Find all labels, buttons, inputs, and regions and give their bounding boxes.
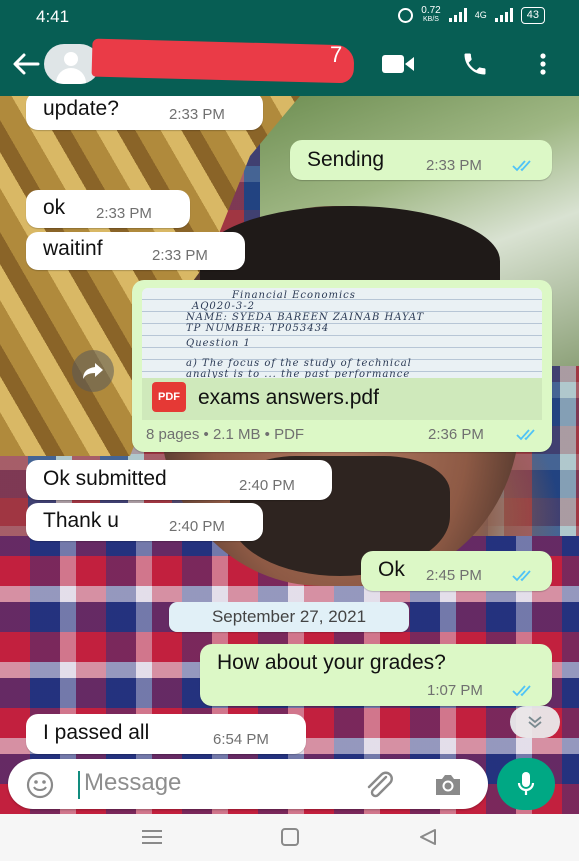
message-text: Ok submitted xyxy=(43,467,167,490)
message-bubble-outgoing[interactable]: Ok 2:45 PM xyxy=(361,551,552,591)
message-time: 2:40 PM xyxy=(169,518,225,535)
network-speed-unit: KB/S xyxy=(423,16,439,23)
back-arrow-icon[interactable] xyxy=(12,52,40,76)
home-icon[interactable] xyxy=(281,828,299,846)
camera-icon[interactable] xyxy=(432,771,464,799)
message-text: waitinf xyxy=(43,237,103,260)
double-chevron-down-icon xyxy=(528,716,542,729)
preview-line: TP NUMBER: TP053434 xyxy=(186,323,330,334)
forward-icon xyxy=(83,363,103,379)
preview-line: Financial Economics xyxy=(232,290,356,301)
signal-icon xyxy=(448,8,467,22)
chat-wallpaper: update? 2:33 PM Sending 2:33 PM ok 2:33 … xyxy=(0,96,579,814)
message-composer[interactable]: Message xyxy=(8,759,488,809)
message-bubble-incoming[interactable]: Thank u 2:40 PM xyxy=(26,503,263,541)
preview-line: NAME: SYEDA BAREEN ZAINAB HAYAT xyxy=(186,312,425,323)
battery-icon: 43 xyxy=(520,6,545,24)
message-text: Thank u xyxy=(43,509,119,532)
message-text: update? xyxy=(43,97,119,120)
message-bubble-outgoing[interactable]: Sending 2:33 PM xyxy=(290,140,552,180)
document-message[interactable]: Financial Economics AQ020-3-2 NAME: SYED… xyxy=(132,280,552,452)
message-time: 2:33 PM xyxy=(169,106,225,123)
network-type: 4G xyxy=(474,10,487,20)
message-bubble-incoming[interactable]: ok 2:33 PM xyxy=(26,190,190,228)
more-options-icon[interactable] xyxy=(526,50,560,78)
message-time: 2:40 PM xyxy=(239,477,295,494)
message-bubble-incoming[interactable]: I passed all 6:54 PM xyxy=(26,714,306,754)
message-time: 2:45 PM xyxy=(426,567,482,584)
document-name: exams answers.pdf xyxy=(198,386,379,409)
forward-button[interactable] xyxy=(72,350,114,392)
message-bubble-incoming[interactable]: update? 2:33 PM xyxy=(26,96,263,130)
signal-icon-2 xyxy=(494,8,513,22)
read-receipt-icon xyxy=(512,685,531,697)
message-text: ok xyxy=(43,196,66,219)
emoji-icon[interactable] xyxy=(26,771,54,799)
read-receipt-icon xyxy=(512,160,531,172)
message-time: 6:54 PM xyxy=(213,731,269,748)
pdf-icon: PDF xyxy=(152,382,186,412)
video-call-icon[interactable] xyxy=(381,50,415,78)
message-text: I passed all xyxy=(43,721,150,744)
preview-line: AQ020-3-2 xyxy=(192,301,255,312)
document-meta: 8 pages • 2.1 MB • PDF xyxy=(146,426,305,443)
text-cursor xyxy=(78,771,80,799)
message-time: 1:07 PM xyxy=(427,682,483,699)
preview-line: analyst is to ... the past performance xyxy=(186,369,411,378)
attachment-icon[interactable] xyxy=(364,771,394,799)
recent-apps-icon[interactable] xyxy=(142,830,162,844)
voice-message-button[interactable] xyxy=(497,758,555,810)
message-bubble-outgoing[interactable]: How about your grades? 1:07 PM xyxy=(200,644,552,706)
voice-call-icon[interactable] xyxy=(458,50,492,78)
document-file-row[interactable]: PDF exams answers.pdf xyxy=(142,378,542,420)
scroll-to-bottom-button[interactable] xyxy=(510,706,560,738)
preview-line: Question 1 xyxy=(186,338,251,349)
alarm-icon xyxy=(398,7,414,23)
document-preview[interactable]: Financial Economics AQ020-3-2 NAME: SYED… xyxy=(142,288,542,378)
message-time: 2:33 PM xyxy=(152,247,208,264)
system-nav-bar xyxy=(0,814,579,861)
status-icons: 0.72 KB/S 4G 43 xyxy=(398,6,545,24)
message-bubble-incoming[interactable]: waitinf 2:33 PM xyxy=(26,232,245,270)
message-time: 2:33 PM xyxy=(426,157,482,174)
message-input[interactable]: Message xyxy=(84,769,181,797)
network-speed-value: 0.72 xyxy=(421,5,441,16)
message-text: How about your grades? xyxy=(217,651,446,674)
message-time: 2:36 PM xyxy=(428,426,484,443)
chat-header: 7 xyxy=(0,32,579,96)
message-bubble-incoming[interactable]: Ok submitted 2:40 PM xyxy=(26,460,332,500)
message-time: 2:33 PM xyxy=(96,205,152,222)
message-text: Sending xyxy=(307,148,385,171)
status-time: 4:41 xyxy=(36,7,70,26)
preview-line: a) The focus of the study of technical xyxy=(186,358,412,369)
read-receipt-icon xyxy=(516,429,535,441)
contact-name-fragment[interactable]: 7 xyxy=(330,42,342,68)
battery-level: 43 xyxy=(526,8,539,21)
status-bar: 4:41 0.72 KB/S 4G 43 xyxy=(0,0,579,32)
microphone-icon xyxy=(517,772,535,795)
redacted-contact-name xyxy=(91,38,355,84)
nav-back-icon[interactable] xyxy=(418,828,438,846)
message-text: Ok xyxy=(378,558,405,581)
date-separator: September 27, 2021 xyxy=(169,602,409,632)
read-receipt-icon xyxy=(512,570,531,582)
network-speed: 0.72 KB/S xyxy=(421,6,440,24)
